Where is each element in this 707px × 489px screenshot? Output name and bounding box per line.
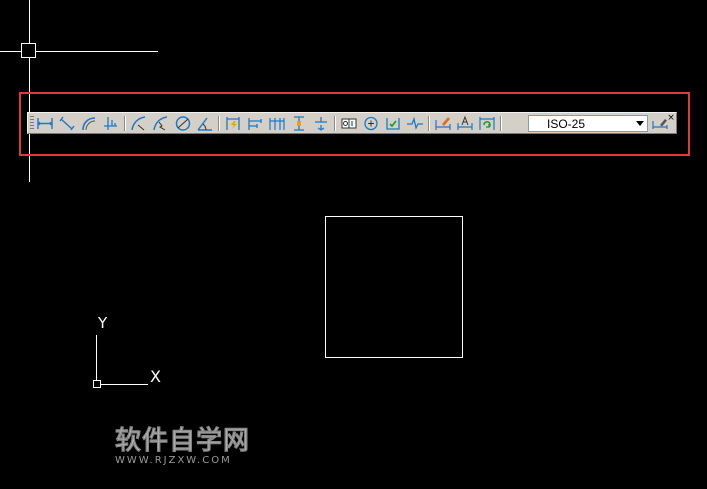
toolbar-separator: [334, 116, 336, 131]
quick-dimension-icon: [226, 117, 240, 130]
toolbar-close-button[interactable]: ×: [667, 114, 675, 123]
inspection-button[interactable]: [384, 115, 402, 132]
ucs-x-axis: [96, 384, 148, 385]
jogged-linear-button[interactable]: [406, 115, 424, 132]
linear-dimension-button[interactable]: [36, 115, 54, 132]
ordinate-dimension-button[interactable]: [102, 115, 120, 132]
jogged-radius-icon: [153, 116, 168, 131]
ucs-y-axis: [96, 335, 97, 385]
baseline-dimension-icon: [248, 118, 262, 130]
diameter-dimension-icon: [175, 116, 191, 131]
dimension-edit-button[interactable]: [434, 115, 452, 132]
dimension-toolbar: ISO-25 ×: [27, 112, 677, 134]
continue-dimension-icon: [269, 118, 285, 130]
dimension-text-edit-icon: [457, 115, 473, 130]
baseline-dimension-button[interactable]: [246, 115, 264, 132]
dimension-style-dropdown[interactable]: ISO-25: [528, 115, 648, 132]
watermark: 软件自学网 WWW.RJZXW.COM: [115, 420, 250, 466]
ucs-x-label: X: [150, 367, 161, 386]
arc-length-icon: [82, 117, 96, 131]
center-mark-icon: [364, 116, 378, 131]
toolbar-separator: [218, 116, 220, 131]
dimension-space-icon: [294, 116, 304, 131]
linear-dimension-icon: [37, 118, 53, 129]
diameter-dimension-button[interactable]: [174, 115, 192, 132]
dimension-style-value: ISO-25: [547, 117, 586, 131]
toolbar-separator: [500, 116, 502, 131]
jogged-radius-button[interactable]: [152, 115, 170, 132]
toolbar-separator: [428, 116, 430, 131]
continue-dimension-button[interactable]: [268, 115, 286, 132]
center-mark-button[interactable]: [362, 115, 380, 132]
toolbar-separator: [124, 116, 126, 131]
chevron-down-icon[interactable]: [636, 121, 644, 126]
toolbar-grip[interactable]: [30, 116, 34, 131]
ucs-y-label: Y: [98, 314, 108, 332]
drawing-canvas[interactable]: Y X ISO-25 × 软件自学网 WWW.RJZXW.COM: [0, 0, 707, 489]
tolerance-icon: [341, 118, 357, 129]
ucs-origin-icon: [93, 380, 101, 388]
watermark-main-text: 软件自学网: [115, 426, 251, 457]
dimension-update-button[interactable]: [478, 115, 496, 132]
aligned-dimension-icon: [59, 116, 75, 131]
dimension-update-icon: [479, 117, 495, 130]
angular-dimension-button[interactable]: [196, 115, 214, 132]
ordinate-dimension-icon: [104, 117, 117, 130]
dimension-edit-icon: [435, 117, 451, 130]
rectangle-object[interactable]: [325, 216, 463, 358]
radius-dimension-icon: [131, 116, 146, 131]
aligned-dimension-button[interactable]: [58, 115, 76, 132]
tolerance-button[interactable]: [340, 115, 358, 132]
cursor-pickbox: [21, 43, 36, 58]
radius-dimension-button[interactable]: [130, 115, 148, 132]
jogged-linear-icon: [407, 116, 423, 130]
dimension-break-icon: [315, 117, 327, 131]
quick-dimension-button[interactable]: [224, 115, 242, 132]
dimension-text-edit-button[interactable]: [456, 115, 474, 132]
inspection-icon: [386, 118, 400, 130]
angular-dimension-icon: [197, 117, 212, 131]
arc-length-button[interactable]: [80, 115, 98, 132]
watermark-url-text: WWW.RJZXW.COM: [115, 455, 232, 466]
dimension-break-button[interactable]: [312, 115, 330, 132]
dimension-space-button[interactable]: [290, 115, 308, 132]
